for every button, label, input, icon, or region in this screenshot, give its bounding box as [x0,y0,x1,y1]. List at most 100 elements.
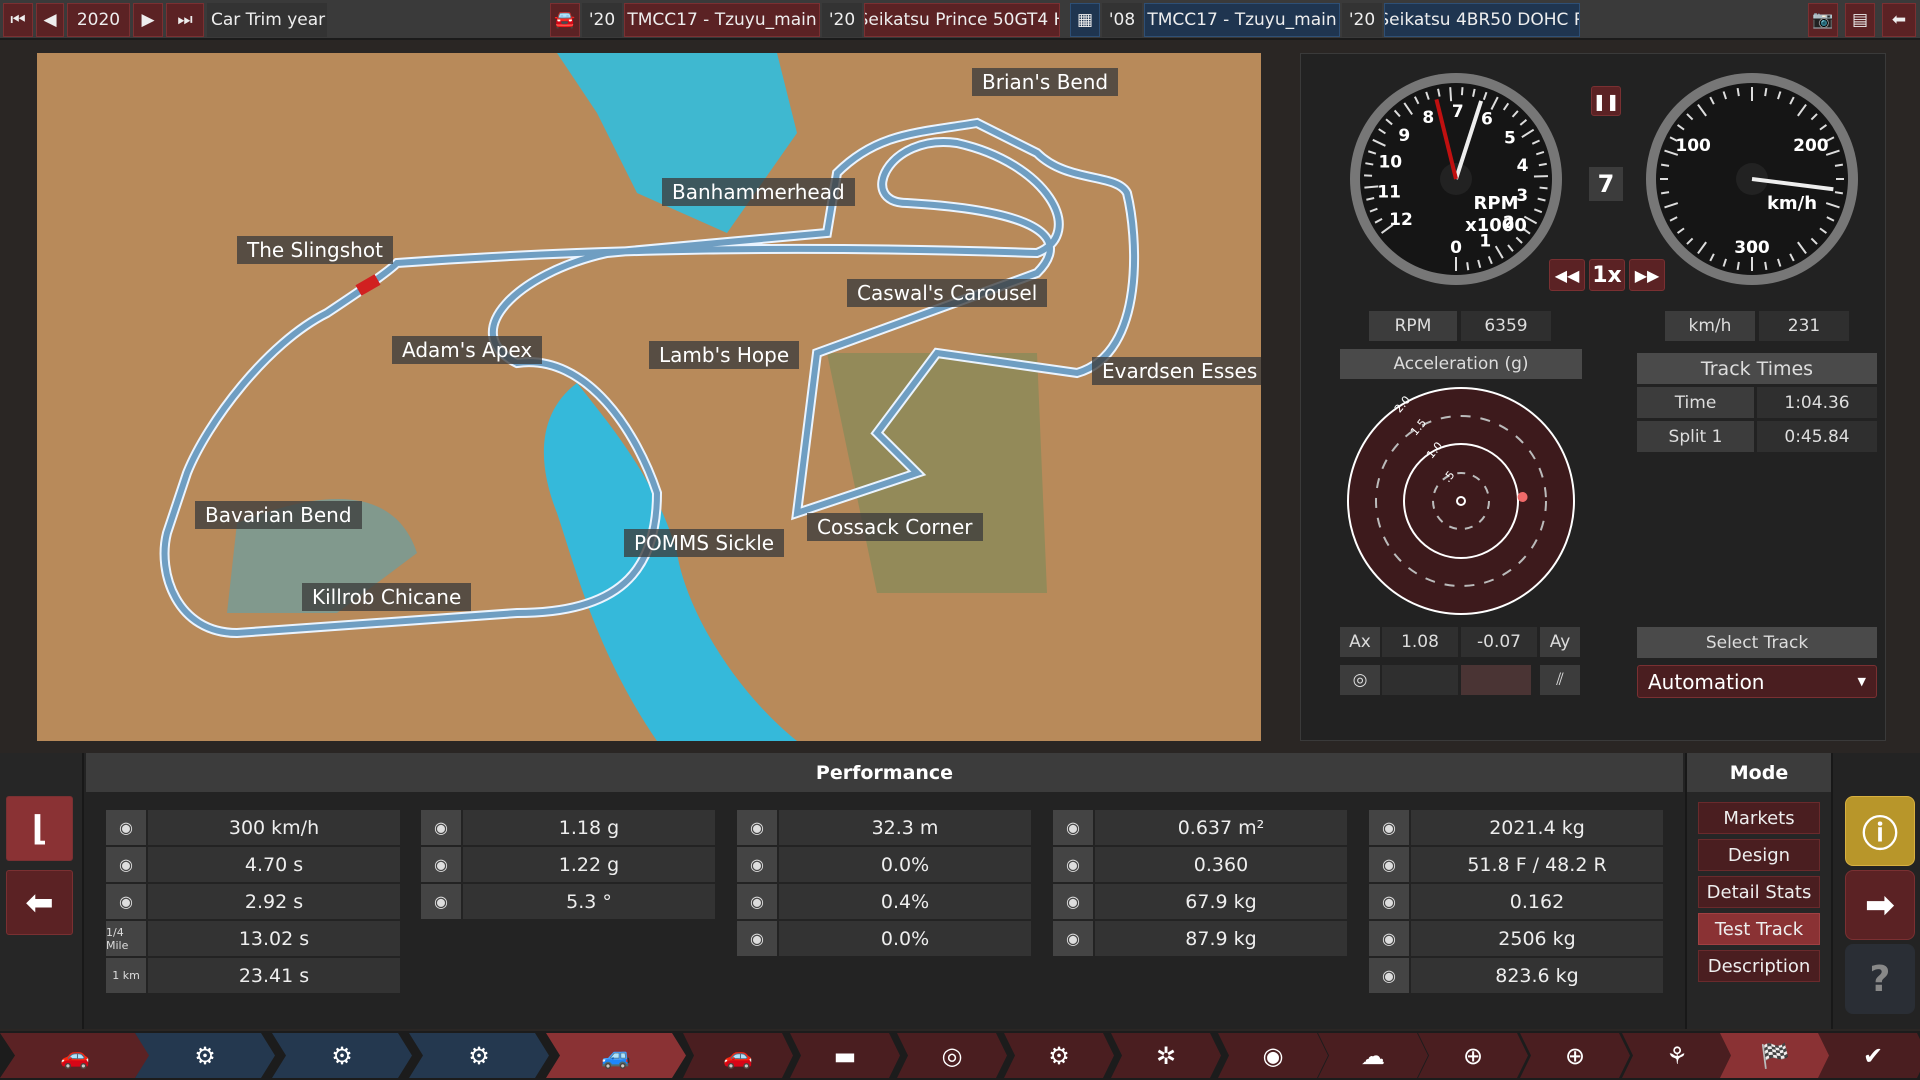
stat-value: 2506 kg [1411,921,1663,956]
finish-icon[interactable]: ✔ [1818,1033,1920,1078]
stat-row: ◉ 1.22 g [421,847,715,882]
0-100-icon: ◉ [106,847,146,882]
gauge-tick-label: 10 [1378,152,1402,172]
test-track-icon[interactable]: 🏁 [1720,1033,1830,1078]
mode-title: Mode [1687,753,1831,792]
wheel-icon[interactable]: ✲ [1111,1033,1221,1078]
mode-detail-stats[interactable]: Detail Stats [1698,876,1820,908]
faster-button[interactable]: ▶▶ [1629,259,1665,291]
back-arrow-button[interactable]: ⬅ [6,870,73,935]
corner-label: Caswal's Carousel [847,279,1048,307]
aero-icon[interactable]: ☁ [1318,1033,1428,1078]
stat-row: ◉ 300 km/h [106,810,400,845]
mode-description[interactable]: Description [1698,950,1820,982]
frontal-area-icon: ◉ [1053,810,1093,845]
interior-icon[interactable]: ⊕ [1418,1033,1528,1078]
braking-distance-icon: ◉ [737,810,777,845]
engine-tuning-icon[interactable]: ⚙ [409,1033,549,1078]
gauge-tick [1538,162,1547,167]
prev-year-button[interactable]: ◀ [36,3,64,37]
corner-label: Lamb's Hope [649,341,800,369]
drag-coefficient-icon: ◉ [1053,847,1093,882]
trim-icon[interactable]: 🚗 [683,1033,793,1078]
car1-engine[interactable]: Seikatsu Prince 50GT4 H [864,3,1060,37]
stat-row: ◉ 4.70 s [106,847,400,882]
gauge-tick [1365,162,1374,166]
brake-fade-race-icon: ◉ [737,884,777,919]
car2-engine[interactable]: Seikatsu 4BR50 DOHC R [1384,3,1580,37]
stat-value: 0.637 m² [1095,810,1347,845]
gearbox-icon[interactable]: ⚙ [1004,1033,1114,1078]
forward-arrow-button[interactable]: ➡ [1845,870,1915,940]
suspension-icon[interactable]: ⚘ [1622,1033,1732,1078]
car2-model[interactable]: TMCC17 - Tzuyu_main [1144,3,1340,37]
track-map[interactable]: Brian's Bend Banhammerhead The Slingshot… [37,53,1261,741]
track-dropdown[interactable]: Automation ▼ [1637,665,1877,698]
table-icon[interactable]: ▤ [1845,3,1875,37]
car1-year: '20 [582,3,622,37]
corner-label: POMMS Sickle [624,529,785,557]
brake-bar [1382,665,1458,695]
throttle-bar [1461,665,1531,695]
mode-test-track[interactable]: Test Track [1698,913,1820,945]
graph-button[interactable]: ⌊ [6,796,73,861]
stat-value: 0.162 [1411,884,1663,919]
engine-icon[interactable]: ⚙ [272,1033,412,1078]
gauge-tick-label: 6 [1481,109,1493,129]
help-button[interactable]: ? [1845,944,1915,1014]
gauge-tick [1449,87,1453,102]
trim-year-label: Car Trim year [207,3,327,37]
steering-icon[interactable]: ⊕ [1520,1033,1630,1078]
towing-icon: ◉ [1369,921,1409,956]
stat-row: 1 km 23.41 s [106,958,400,993]
slower-button[interactable]: ◀◀ [1549,259,1585,291]
car1-model[interactable]: TMCC17 - Tzuyu_main [624,3,820,37]
gauge-tick-label: 7 [1452,102,1464,122]
brake-icon: ◎ [1340,665,1380,695]
engine-family-icon[interactable]: ⚙ [135,1033,275,1078]
corner-label: Banhammerhead [662,178,855,206]
ax-label: Ax [1340,627,1380,657]
time-value: 1:04.36 [1757,387,1877,418]
car-body-icon[interactable]: 🚗 [0,1033,150,1078]
year-field[interactable]: 2020 [67,3,130,37]
gauge-tick [1466,262,1470,271]
mode-design[interactable]: Design [1698,839,1820,871]
chassis-icon[interactable]: ▬ [790,1033,900,1078]
brake-icon[interactable]: ◉ [1218,1033,1328,1078]
stat-row: ◉ 0.360 [1053,847,1347,882]
weight-distribution-icon: ◉ [1369,847,1409,882]
corner-label: The Slingshot [237,236,393,264]
stat-row: ◉ 0.162 [1369,884,1663,919]
pause-button[interactable]: ❚❚ [1591,86,1621,116]
gauge-tick [1736,261,1740,271]
stat-row: ◉ 51.8 F / 48.2 R [1369,847,1663,882]
top-speed-icon: ◉ [106,810,146,845]
first-year-button[interactable]: ⏮ [3,3,33,37]
rpm-label: RPM [1369,311,1457,341]
gauge-tick-label: 100 [1675,136,1711,156]
gauge-tick-label: 5 [1504,129,1516,149]
performance-title: Performance [86,753,1683,792]
last-year-button[interactable]: ⏭ [166,3,204,37]
stat-row: ◉ 32.3 m [737,810,1031,845]
back-icon[interactable]: ⬅ [1882,3,1916,37]
engine-icon[interactable]: ▦ [1070,3,1100,37]
gauge-tick-label: 11 [1377,182,1401,202]
mode-markets[interactable]: Markets [1698,802,1820,834]
gauge-tick [1660,191,1670,195]
car-icon[interactable]: 🚘 [550,3,580,37]
camera-icon[interactable]: 📷 [1808,3,1838,37]
gauge-tick [1834,191,1844,195]
ax-value: 1.08 [1382,627,1458,657]
rear-downforce-icon: ◉ [1053,921,1093,956]
gauge-tick-label: 0 [1450,238,1462,258]
stat-row: ◉ 67.9 kg [1053,884,1347,919]
cornering-icon: ◉ [421,810,461,845]
warning-button[interactable]: ⓘ [1845,796,1915,866]
car-model-icon[interactable]: 🚙 [546,1033,686,1078]
lights-icon[interactable]: ◎ [897,1033,1007,1078]
select-track-button[interactable]: Select Track [1637,627,1877,658]
80-120-icon: ◉ [106,884,146,919]
next-year-button[interactable]: ▶ [133,3,163,37]
